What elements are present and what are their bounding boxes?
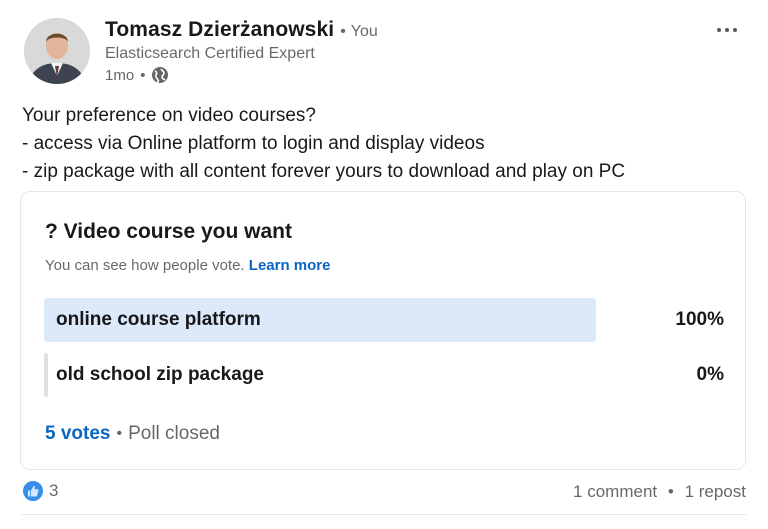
separator-dot: •: [116, 425, 123, 442]
separator-dot: •: [140, 66, 146, 84]
social-links: 1 comment • 1 repost: [573, 482, 746, 502]
social-counts-bar: 3 1 comment • 1 repost: [22, 480, 746, 506]
poll-option-label: online course platform: [56, 309, 261, 330]
poll-note-text: You can see how people vote.: [45, 257, 245, 274]
author-avatar[interactable]: [24, 18, 90, 84]
like-icon: [22, 480, 44, 502]
post-body: Your preference on video courses? - acce…: [22, 102, 752, 186]
ellipsis-icon-dot: [733, 28, 737, 32]
post-text-line: Your preference on video courses?: [22, 105, 316, 126]
reactions-summary[interactable]: 3: [22, 480, 58, 502]
poll-option-percent: 0%: [696, 364, 724, 385]
author-info: Tomasz Dzierżanowski • You Elasticsearch…: [105, 18, 378, 84]
poll-option-percent: 100%: [675, 309, 724, 330]
comments-count-link[interactable]: 1 comment: [573, 482, 657, 501]
poll-visibility-note: You can see how people vote. Learn more: [45, 257, 330, 274]
learn-more-link[interactable]: Learn more: [249, 257, 331, 274]
post-header: Tomasz Dzierżanowski • You Elasticsearch…: [24, 18, 744, 88]
poll-option-label: old school zip package: [56, 364, 264, 385]
poll-option-zip: old school zip package 0%: [44, 353, 724, 397]
poll-option-online: online course platform 100%: [44, 298, 724, 342]
post-meta: 1mo •: [105, 66, 378, 84]
post-text-line: - zip package with all content forever y…: [22, 161, 626, 182]
ellipsis-icon-dot: [725, 28, 729, 32]
author-relation: You: [350, 23, 378, 40]
poll-option-bar: [44, 353, 48, 397]
author-name[interactable]: Tomasz Dzierżanowski: [105, 18, 334, 42]
author-name-row: Tomasz Dzierżanowski • You: [105, 18, 378, 42]
post-text-line: - access via Online platform to login an…: [22, 133, 485, 154]
separator-dot: •: [340, 23, 346, 40]
divider: [22, 514, 746, 515]
author-headline: Elasticsearch Certified Expert: [105, 45, 315, 62]
reaction-count: 3: [49, 481, 59, 500]
globe-icon: [152, 67, 169, 83]
post-time: 1mo: [105, 66, 135, 84]
poll-votes-link[interactable]: 5 votes: [45, 423, 110, 445]
poll-card: ? Video course you want You can see how …: [20, 191, 746, 470]
reposts-count-link[interactable]: 1 repost: [685, 482, 746, 501]
poll-footer: 5 votes • Poll closed: [45, 423, 220, 445]
separator-dot: •: [667, 482, 674, 501]
poll-question: ? Video course you want: [45, 220, 292, 243]
more-options-button[interactable]: [712, 18, 742, 42]
poll-status: Poll closed: [128, 423, 220, 444]
author-photo: [24, 18, 90, 84]
ellipsis-icon: [717, 28, 721, 32]
